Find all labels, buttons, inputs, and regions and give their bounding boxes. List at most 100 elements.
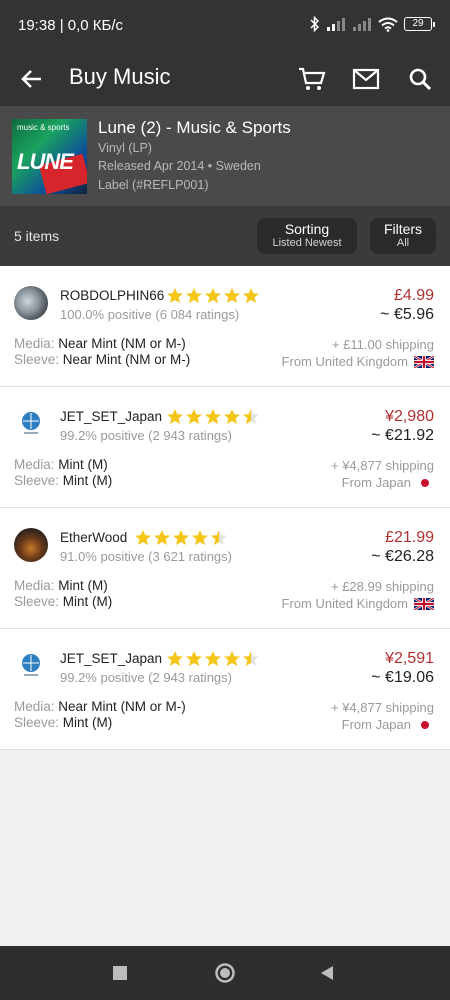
star-full-icon — [173, 530, 189, 545]
listing-item[interactable]: JET_SET_Japan 99.2% positive (2 943 rati… — [0, 387, 450, 508]
sorting-label: Sorting — [284, 221, 330, 237]
rating-stars — [134, 529, 228, 546]
battery-icon: 29 — [404, 17, 435, 31]
seller-avatar[interactable] — [14, 286, 48, 320]
star-half-icon — [211, 530, 227, 545]
media-label: Media: — [14, 336, 55, 351]
converted-price: ~ €21.92 — [371, 427, 434, 444]
status-bar: 19:38 | 0,0 КБ/с 29 — [0, 0, 450, 52]
search-button[interactable] — [402, 61, 438, 97]
sorting-value: Listed Newest — [272, 237, 342, 249]
status-icons: 29 — [310, 16, 435, 32]
star-full-icon — [205, 288, 221, 303]
status-time: 19:38 | 0,0 КБ/с — [18, 17, 124, 34]
price: £4.99 — [393, 287, 434, 304]
back-arrow-icon — [21, 70, 41, 88]
japan-flag-icon — [421, 478, 429, 487]
origin-text: From United Kingdom — [281, 596, 408, 611]
star-full-icon — [224, 409, 240, 424]
sleeve-value: Mint (M) — [62, 473, 113, 488]
seller-avatar[interactable] — [14, 649, 48, 683]
seller-avatar[interactable] — [14, 407, 48, 441]
media-value: Near Mint (NM or M-) — [58, 699, 186, 714]
search-icon — [409, 68, 432, 91]
seller-name[interactable]: ROBDOLPHIN66 — [60, 288, 164, 303]
app-actions — [294, 61, 438, 97]
seller-avatar[interactable] — [14, 528, 48, 562]
price: £21.99 — [385, 529, 434, 546]
media-condition: Media: Near Mint (NM or M-) — [14, 699, 186, 714]
star-full-icon — [167, 651, 183, 666]
media-label: Media: — [14, 699, 55, 714]
signal-icon — [327, 18, 345, 31]
converted-price: ~ €19.06 — [371, 669, 434, 686]
filters-button[interactable]: Filters All — [370, 218, 436, 254]
release-header[interactable]: music & sports LUNE Lune (2) - Music & S… — [0, 106, 450, 206]
converted-price: ~ €26.28 — [371, 548, 434, 565]
uk-flag-icon — [414, 355, 434, 368]
media-condition: Media: Mint (M) — [14, 578, 108, 593]
cart-icon — [299, 67, 326, 90]
star-full-icon — [167, 409, 183, 424]
sleeve-label: Sleeve: — [14, 715, 60, 730]
converted-price: ~ €5.96 — [380, 306, 434, 323]
mail-icon — [352, 68, 380, 90]
ships-from: From Japan — [342, 717, 434, 732]
release-cover-image[interactable]: music & sports LUNE — [12, 119, 87, 194]
back-button[interactable] — [14, 61, 50, 97]
page-title: Buy Music — [69, 64, 171, 89]
origin-text: From United Kingdom — [281, 354, 408, 369]
star-full-icon — [135, 530, 151, 545]
sleeve-value: Mint (M) — [62, 594, 113, 609]
release-label: Label (#REFLP001) — [98, 178, 209, 192]
star-full-icon — [186, 409, 202, 424]
jet-set-logo-icon — [22, 654, 40, 676]
star-full-icon — [224, 288, 240, 303]
star-full-icon — [167, 288, 183, 303]
listing-item[interactable]: ROBDOLPHIN66 100.0% positive (6 084 rati… — [0, 266, 450, 387]
jet-set-logo-icon — [22, 412, 40, 434]
sleeve-condition: Sleeve: Mint (M) — [14, 473, 112, 488]
media-condition: Media: Mint (M) — [14, 457, 108, 472]
system-nav-bar — [0, 946, 450, 1000]
cart-button[interactable] — [294, 61, 330, 97]
home-button[interactable] — [211, 959, 239, 987]
star-full-icon — [154, 530, 170, 545]
uk-flag-icon — [414, 597, 434, 610]
rating-stars — [166, 408, 260, 425]
shipping-cost: + £28.99 shipping — [330, 579, 434, 594]
item-count: 5 items — [14, 228, 60, 244]
seller-name[interactable]: JET_SET_Japan — [60, 651, 162, 666]
recents-button[interactable] — [106, 959, 134, 987]
sleeve-label: Sleeve: — [14, 352, 60, 367]
star-full-icon — [186, 651, 202, 666]
sleeve-condition: Sleeve: Near Mint (NM or M-) — [14, 352, 190, 367]
ships-from: From Japan — [342, 475, 434, 490]
star-full-icon — [192, 530, 208, 545]
price: ¥2,591 — [385, 650, 434, 667]
filter-bar: 5 items Sorting Listed Newest Filters Al… — [0, 206, 450, 266]
system-back-button[interactable] — [313, 959, 341, 987]
media-value: Mint (M) — [58, 457, 108, 472]
ships-from: From United Kingdom — [282, 596, 434, 611]
sleeve-condition: Sleeve: Mint (M) — [14, 594, 112, 609]
seller-name[interactable]: EtherWood — [60, 530, 127, 545]
app-bar: Buy Music — [0, 52, 450, 106]
listing-item[interactable]: JET_SET_Japan 99.2% positive (2 943 rati… — [0, 629, 450, 750]
square-recents-icon — [113, 966, 127, 980]
messages-button[interactable] — [348, 61, 384, 97]
wifi-icon — [378, 17, 398, 32]
origin-text: From Japan — [341, 475, 411, 490]
seller-name[interactable]: JET_SET_Japan — [60, 409, 162, 424]
star-full-icon — [205, 409, 221, 424]
cover-top-text: music & sports — [17, 123, 70, 132]
release-date: Released Apr 2014 • Sweden — [98, 159, 261, 173]
seller-rating-text: 100.0% positive (6 084 ratings) — [60, 307, 240, 322]
media-value: Near Mint (NM or M-) — [58, 336, 186, 351]
seller-rating-text: 99.2% positive (2 943 ratings) — [60, 670, 232, 685]
sorting-button[interactable]: Sorting Listed Newest — [257, 218, 357, 254]
filters-label: Filters — [383, 221, 423, 237]
listing-item[interactable]: EtherWood 91.0% positive (3 621 ratings)… — [0, 508, 450, 629]
origin-text: From Japan — [341, 717, 411, 732]
star-full-icon — [205, 651, 221, 666]
